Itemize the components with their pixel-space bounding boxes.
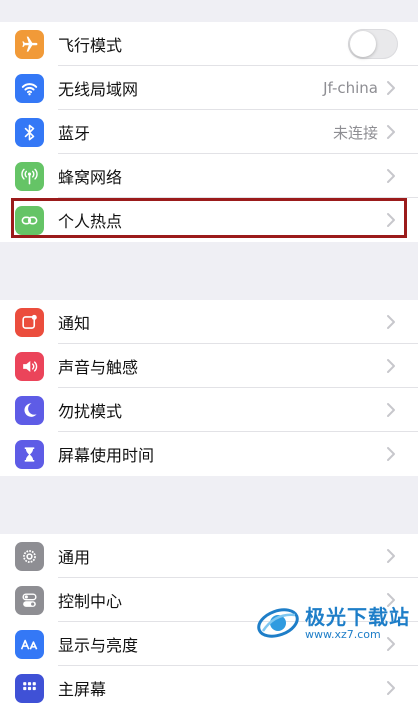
settings-row-wifi[interactable]: 无线局域网 Jf-china: [0, 66, 418, 110]
moon-icon: [15, 395, 44, 425]
chevron-right-icon: [387, 169, 395, 183]
row-label: 通用: [58, 548, 91, 567]
chevron-right-icon: [387, 681, 395, 695]
chevron-right-icon: [387, 125, 395, 139]
sound-icon: [15, 351, 44, 381]
connectivity-group: 飞行模式 无线局域网 Jf-china 蓝牙 未连接 蜂窝网络 个人热点: [0, 22, 418, 242]
row-label: 声音与触感: [58, 358, 139, 377]
row-label: 无线局域网: [58, 80, 139, 99]
wifi-network-name: Jf-china: [323, 79, 378, 97]
settings-row-personal-hotspot[interactable]: 个人热点: [0, 198, 418, 242]
row-label: 个人热点: [58, 212, 123, 231]
home-grid-icon: [15, 673, 44, 703]
cellular-icon: [15, 161, 44, 191]
notification-icon: [15, 307, 44, 337]
chevron-right-icon: [387, 403, 395, 417]
row-label: 通知: [58, 314, 91, 333]
settings-row-notifications[interactable]: 通知: [0, 300, 418, 344]
settings-row-bluetooth[interactable]: 蓝牙 未连接: [0, 110, 418, 154]
text-size-icon: [15, 629, 44, 659]
settings-row-general[interactable]: 通用: [0, 534, 418, 578]
watermark-text: 极光下载站 www.xz7.com: [305, 606, 410, 641]
row-label: 蓝牙: [58, 124, 91, 143]
section-spacer: [0, 476, 418, 534]
watermark: 极光下载站 www.xz7.com: [255, 603, 410, 643]
section-spacer: [0, 242, 418, 300]
watermark-url: www.xz7.com: [305, 627, 381, 641]
chevron-right-icon: [387, 213, 395, 227]
chevron-right-icon: [387, 81, 395, 95]
hourglass-icon: [15, 439, 44, 469]
row-label: 飞行模式: [58, 36, 123, 55]
settings-row-home-screen[interactable]: 主屏幕: [0, 666, 418, 710]
chevron-right-icon: [387, 359, 395, 373]
toggle-knob: [350, 31, 376, 57]
watermark-logo-icon: [257, 608, 299, 638]
switches-icon: [15, 585, 44, 615]
settings-row-do-not-disturb[interactable]: 勿扰模式: [0, 388, 418, 432]
chevron-right-icon: [387, 549, 395, 563]
wifi-icon: [15, 73, 44, 103]
bluetooth-icon: [15, 117, 44, 147]
row-label: 蜂窝网络: [58, 168, 123, 187]
settings-row-cellular[interactable]: 蜂窝网络: [0, 154, 418, 198]
bluetooth-status: 未连接: [332, 123, 378, 142]
chevron-right-icon: [387, 315, 395, 329]
settings-row-screen-time[interactable]: 屏幕使用时间: [0, 432, 418, 476]
airplane-icon: [15, 29, 44, 59]
settings-row-airplane-mode[interactable]: 飞行模式: [0, 22, 418, 66]
row-label: 勿扰模式: [58, 402, 123, 421]
top-spacer: [0, 0, 418, 22]
row-label: 屏幕使用时间: [58, 446, 155, 465]
gear-icon: [15, 541, 44, 571]
airplane-mode-toggle[interactable]: [348, 29, 398, 59]
row-label: 主屏幕: [58, 680, 107, 699]
hotspot-icon: [15, 205, 44, 235]
chevron-right-icon: [387, 447, 395, 461]
settings-row-sounds-haptics[interactable]: 声音与触感: [0, 344, 418, 388]
watermark-title: 极光下载站: [305, 604, 410, 629]
notifications-group: 通知 声音与触感 勿扰模式 屏幕使用时间: [0, 300, 418, 476]
